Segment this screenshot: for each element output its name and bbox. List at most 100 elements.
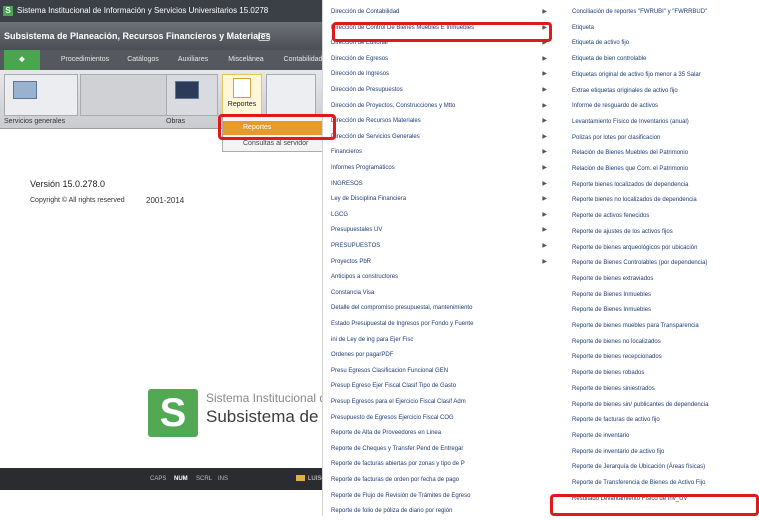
submenu-arrow-icon: ▶ bbox=[542, 133, 547, 140]
submenu-item[interactable]: Extrae etiquetas originales de activo fi… bbox=[572, 83, 759, 100]
submenu-item[interactable]: Polizas por lotes por clasificacion bbox=[572, 130, 759, 147]
submenu-item[interactable]: Reporte de Bienes Controlables (por depe… bbox=[572, 255, 759, 272]
menu-item-label: Financieros bbox=[331, 149, 363, 156]
submenu-item[interactable]: Reporte de inventario bbox=[572, 428, 759, 445]
submenu-item[interactable]: Reporte de Bienes Inmuebles bbox=[572, 287, 759, 304]
menu-item[interactable]: Presup Egresos para el Ejercicio Fiscal … bbox=[331, 394, 553, 411]
reports-menu: Dirección de Contabilidad ▶ Dirección de C… bbox=[322, 0, 554, 516]
menu-item[interactable]: Anticipos a constructores bbox=[331, 269, 553, 286]
menu-item[interactable]: Presu Egresos Clasificacion Funcional GE… bbox=[331, 363, 553, 380]
submenu-item[interactable]: Informe de resguardo de activos bbox=[572, 98, 759, 115]
tools-tile[interactable] bbox=[266, 74, 316, 116]
submenu-item[interactable]: Etiqueta de bien controlable bbox=[572, 51, 759, 68]
menu-item-label: Dirección de Proyectos, Construcciones y… bbox=[331, 102, 456, 109]
submenu-item[interactable]: Reporte de bienes sin/ publicantes de de… bbox=[572, 397, 759, 414]
submenu-item[interactable]: Etiquetas original de activo fijo menor … bbox=[572, 67, 759, 84]
menu-item[interactable]: Dirección de Servicios Generales ▶ bbox=[331, 129, 553, 146]
menu-item[interactable]: Reporte de folio de póliza de diario por… bbox=[331, 503, 553, 520]
copyright-label: Copyright © All rights reserved 2001-201… bbox=[30, 196, 184, 205]
menu-item[interactable]: Reporte de Flujo de Revisión de Trámites… bbox=[331, 488, 553, 505]
menu-item[interactable]: Dirección de Contabilidad ▶ bbox=[331, 4, 553, 21]
submenu-item[interactable]: Relacion de Bienes que Com. el Patrimoni… bbox=[572, 161, 759, 178]
submenu-item[interactable]: Reporte de ajustes de los activos fijos bbox=[572, 224, 759, 241]
obras-tile[interactable] bbox=[80, 74, 172, 116]
tab-procedimientos[interactable]: Procedimientos bbox=[52, 50, 118, 70]
menu-item-label: Proyectos PbR bbox=[331, 258, 372, 265]
menu-item-label: Dirección de Presupuestos bbox=[331, 87, 403, 93]
menu-item-label: Anticipos a constructores bbox=[331, 274, 399, 281]
submenu-item[interactable]: Reporte de facturas de activo fijo bbox=[572, 412, 759, 429]
submenu-item[interactable]: Reporte de activos fenecidos bbox=[572, 208, 759, 225]
menu-item-label: Reporte de Alta de Proveedores en Linea bbox=[331, 430, 442, 437]
submenu-item[interactable]: Reporte de bienes robados bbox=[572, 365, 759, 382]
menu-item[interactable]: LGCG ▶ bbox=[331, 207, 553, 224]
menu-item-label: LGCG bbox=[331, 211, 349, 218]
monitor-tile[interactable] bbox=[166, 74, 218, 116]
submenu-item[interactable]: Reporte de bienes siniestrados bbox=[572, 381, 759, 398]
submenu-item[interactable]: Reporte de bienes no localizados bbox=[572, 334, 759, 351]
menu-item[interactable]: Detalle del compromiso presupuestal, man… bbox=[331, 300, 553, 317]
submenu-item[interactable]: Etiqueta bbox=[572, 20, 759, 37]
submenu-item[interactable]: Reporte de Bienes Inmuebles bbox=[572, 302, 759, 319]
submenu-item[interactable]: Reporte de Jerarquía de Ubicación (Áreas… bbox=[572, 459, 759, 476]
menu-item-label: Presup Egresos para el Ejercicio Fiscal … bbox=[331, 399, 466, 405]
menu-item[interactable]: Dirección de Presupuestos ▶ bbox=[331, 82, 553, 99]
menu-item-label: Ley de Disciplina Financiera bbox=[331, 196, 407, 203]
menu-item[interactable]: Constancia Visa bbox=[331, 285, 553, 302]
tab-auxiliares[interactable]: Auxiliares bbox=[168, 50, 218, 70]
submenu-arrow-icon: ▶ bbox=[542, 211, 547, 218]
menu-item[interactable]: Presupuestales UV ▶ bbox=[331, 222, 553, 239]
servicios-tile[interactable] bbox=[4, 74, 78, 116]
submenu-item[interactable]: Reporte de bienes extraviados bbox=[572, 271, 759, 288]
pin-icon[interactable] bbox=[258, 33, 270, 41]
submenu-item[interactable]: Reporte de Transferencia de Bienes de Ac… bbox=[572, 475, 759, 492]
submenu-item[interactable]: Levantamiento Físico de Inventarios (anu… bbox=[572, 114, 759, 131]
menu-item[interactable]: Ley de Disciplina Financiera ▶ bbox=[331, 191, 553, 208]
copyright-text: Copyright © All rights reserved bbox=[30, 197, 125, 204]
menu-item[interactable]: Estado Presupuestal de Ingresos por Fond… bbox=[331, 316, 553, 333]
menu-item[interactable]: Presupuesto de Egresos Ejercicio Fiscal … bbox=[331, 410, 553, 427]
menu-item[interactable]: Reporte de facturas de orden por fecha d… bbox=[331, 472, 553, 489]
submenu-item[interactable]: Reporte de bienes muebles para Transpare… bbox=[572, 318, 759, 335]
user-icon bbox=[296, 475, 305, 482]
ribbon-tabs: ◆ Procedimientos Catálogos Auxiliares Mi… bbox=[0, 50, 336, 70]
tab-miscelanea[interactable]: Miscelánea bbox=[220, 50, 272, 70]
menu-item[interactable]: Financieros ▶ bbox=[331, 144, 553, 161]
menu-item[interactable]: PRESUPUESTOS ▶ bbox=[331, 238, 553, 255]
tab-catalogos[interactable]: Catálogos bbox=[120, 50, 166, 70]
submenu-item[interactable]: Conciliación de reportes "FWRUBI" y "FWR… bbox=[572, 4, 759, 21]
status-caps: CAPS bbox=[150, 476, 167, 482]
menu-item-label: Reporte de Flujo de Revisión de Trámites… bbox=[331, 492, 471, 499]
menu-item-label: Dirección de Contabilidad bbox=[331, 9, 400, 15]
submenu-item[interactable]: Reporte de bienes recepcionados bbox=[572, 349, 759, 366]
submenu-item[interactable]: Etiqueta de activo fijo bbox=[572, 35, 759, 52]
version-label: Versión 15.0.278.0 bbox=[30, 179, 106, 189]
menu-item[interactable]: Reporte de Cheques y Transfer Pend de En… bbox=[331, 441, 553, 458]
submenu-item[interactable]: Reporte de inventario de activo fijo bbox=[572, 444, 759, 461]
submenu-item[interactable]: Reporte de bienes arqueológicos por ubic… bbox=[572, 240, 759, 257]
menu-item[interactable]: Ordenes por pagarPDF bbox=[331, 347, 553, 364]
submenu-arrow-icon: ▶ bbox=[542, 102, 547, 109]
menu-item[interactable]: Dirección de Ingresos ▶ bbox=[331, 66, 553, 83]
menu-item[interactable]: Presup Egreso Ejer Fiscal Clasif Tipo de… bbox=[331, 378, 553, 395]
menu-item[interactable]: ini de Ley de ing para Ejer Fisc bbox=[331, 332, 553, 349]
home-tab-icon[interactable]: ◆ bbox=[4, 50, 40, 70]
menu-item[interactable]: Dirección de Recursos Materiales ▶ bbox=[331, 113, 553, 130]
status-ins: INS bbox=[218, 476, 229, 482]
menu-item-label: Dirección de Ingresos bbox=[331, 71, 390, 78]
menu-item[interactable]: Reporte de Alta de Proveedores en Linea bbox=[331, 425, 553, 442]
menu-item[interactable]: INGRESOS ▶ bbox=[331, 176, 553, 193]
menu-item[interactable]: Dirección de Proyectos, Construcciones y… bbox=[331, 98, 553, 115]
menu-item-label: Presupuestales UV bbox=[331, 227, 383, 234]
menu-item-label: Presup Egreso Ejer Fiscal Clasif Tipo de… bbox=[331, 383, 457, 390]
submenu-item[interactable]: Reporte bienes no localizados de depende… bbox=[572, 192, 759, 209]
status-bar: CAPS NUM SCRL INS LUISC bbox=[0, 468, 336, 490]
menu-item[interactable]: Reporte de facturas abiertas por zonas y… bbox=[331, 456, 553, 473]
submenu-item[interactable]: Reporte bienes localizados de dependenci… bbox=[572, 177, 759, 194]
submenu-item[interactable]: Relación de Bienes Muebles del Patrimoni… bbox=[572, 145, 759, 162]
menu-item-label: ini de Ley de ing para Ejer Fisc bbox=[331, 336, 414, 343]
menu-item[interactable]: Proyectos PbR ▶ bbox=[331, 254, 553, 271]
menu-item[interactable]: Informes Programáticos ▶ bbox=[331, 160, 553, 177]
menu-item[interactable]: Dirección de Egresos ▶ bbox=[331, 51, 553, 68]
bienes-submenu: Conciliación de reportes "FWRUBI" y "FWR… bbox=[552, 0, 759, 516]
